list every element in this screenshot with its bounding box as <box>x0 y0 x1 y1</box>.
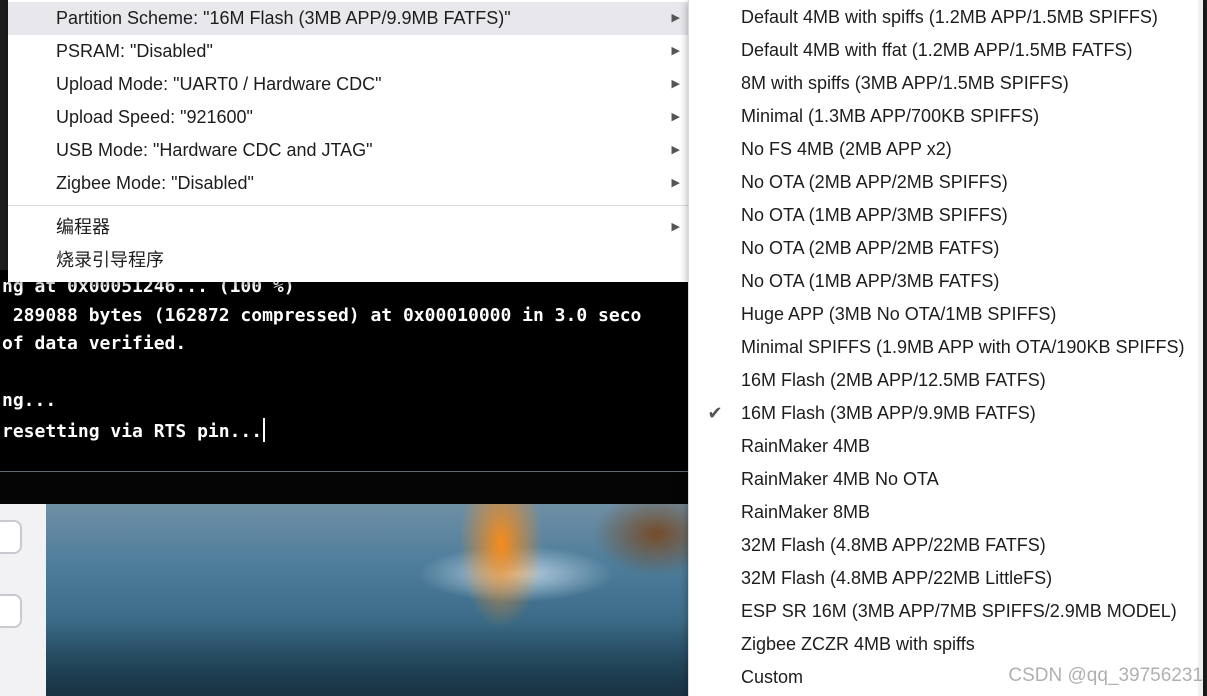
submenu-edge <box>1198 0 1203 696</box>
library-icon[interactable] <box>0 594 22 628</box>
submenu-item-label: Minimal (1.3MB APP/700KB SPIFFS) <box>741 106 1040 126</box>
submenu-item-label: 16M Flash (2MB APP/12.5MB FATFS) <box>741 370 1046 390</box>
menu-item-label: Zigbee Mode: "Disabled" <box>56 173 254 193</box>
submenu-arrow-icon: ▶ <box>671 78 680 90</box>
submenu-item-label: 16M Flash (3MB APP/9.9MB FATFS) <box>741 403 1036 423</box>
menu-item-partition-scheme[interactable]: Partition Scheme: "16M Flash (3MB APP/9.… <box>8 2 688 35</box>
menu-item-label: Partition Scheme: "16M Flash (3MB APP/9.… <box>56 8 511 28</box>
submenu-item-label: Default 4MB with spiffs (1.2MB APP/1.5MB… <box>741 7 1158 27</box>
submenu-item-label: RainMaker 4MB <box>741 436 871 456</box>
submenu-item[interactable]: RainMaker 4MB No OTA <box>689 463 1203 496</box>
console-line-text: resetting via RTS pin... <box>2 421 263 442</box>
submenu-arrow-icon: ▶ <box>671 177 680 189</box>
submenu-item[interactable]: 32M Flash (4.8MB APP/22MB FATFS) <box>689 529 1203 562</box>
menu-item-usb-mode[interactable]: USB Mode: "Hardware CDC and JTAG" ▶ <box>8 134 688 167</box>
submenu-item[interactable]: 8M with spiffs (3MB APP/1.5MB SPIFFS) <box>689 67 1203 100</box>
tools-menu: Partition Scheme: "16M Flash (3MB APP/9.… <box>8 0 688 282</box>
submenu-item[interactable]: RainMaker 8MB <box>689 496 1203 529</box>
submenu-item-label: Default 4MB with ffat (1.2MB APP/1.5MB F… <box>741 40 1133 60</box>
submenu-arrow-icon: ▶ <box>671 144 680 156</box>
screen: ng at 0x00051246... (100 %) 289088 bytes… <box>0 0 1207 696</box>
submenu-item[interactable]: ESP SR 16M (3MB APP/7MB SPIFFS/2.9MB MOD… <box>689 595 1203 628</box>
watermark: CSDN @qq_39756231 <box>1008 665 1203 686</box>
submenu-item-label: RainMaker 4MB No OTA <box>741 469 939 489</box>
background-photo <box>46 504 700 696</box>
text-cursor <box>263 418 266 442</box>
submenu-item[interactable]: 16M Flash (2MB APP/12.5MB FATFS) <box>689 364 1203 397</box>
submenu-item[interactable]: No OTA (2MB APP/2MB FATFS) <box>689 232 1203 265</box>
submenu-item[interactable]: Minimal (1.3MB APP/700KB SPIFFS) <box>689 100 1203 133</box>
submenu-arrow-icon: ▶ <box>671 221 680 233</box>
partition-scheme-submenu: Default 4MB with spiffs (1.2MB APP/1.5MB… <box>688 0 1203 696</box>
submenu-item-label: 32M Flash (4.8MB APP/22MB LittleFS) <box>741 568 1053 588</box>
console-line: of data verified. <box>2 333 187 354</box>
submenu-item-label: Zigbee ZCZR 4MB with spiffs <box>741 634 975 654</box>
menu-item-psram[interactable]: PSRAM: "Disabled" ▶ <box>8 35 688 68</box>
submenu-item[interactable]: Default 4MB with spiffs (1.2MB APP/1.5MB… <box>689 1 1203 34</box>
submenu-item[interactable]: Default 4MB with ffat (1.2MB APP/1.5MB F… <box>689 34 1203 67</box>
menu-item-programmer[interactable]: 编程器 ▶ <box>8 211 688 244</box>
submenu-item-label: No OTA (1MB APP/3MB SPIFFS) <box>741 205 1008 225</box>
submenu-item[interactable]: No OTA (1MB APP/3MB SPIFFS) <box>689 199 1203 232</box>
menu-separator <box>8 205 688 206</box>
board-icon[interactable] <box>0 520 22 554</box>
submenu-item[interactable]: Zigbee ZCZR 4MB with spiffs <box>689 628 1203 661</box>
console-line: 289088 bytes (162872 compressed) at 0x00… <box>2 305 642 326</box>
menu-item-label: 烧录引导程序 <box>56 250 164 270</box>
menu-item-label: 编程器 <box>56 217 110 237</box>
submenu-item[interactable]: No FS 4MB (2MB APP x2) <box>689 133 1203 166</box>
menu-item-zigbee-mode[interactable]: Zigbee Mode: "Disabled" ▶ <box>8 167 688 200</box>
menu-item-label: PSRAM: "Disabled" <box>56 41 213 61</box>
submenu-item[interactable]: No OTA (1MB APP/3MB FATFS) <box>689 265 1203 298</box>
left-sidebar <box>0 504 46 696</box>
console-line: ng... <box>2 390 57 411</box>
submenu-item[interactable]: Minimal SPIFFS (1.9MB APP with OTA/190KB… <box>689 331 1203 364</box>
submenu-item-selected[interactable]: ✔ 16M Flash (3MB APP/9.9MB FATFS) <box>689 397 1203 430</box>
menu-item-label: Upload Speed: "921600" <box>56 107 253 127</box>
submenu-item-label: RainMaker 8MB <box>741 502 871 522</box>
console-footer <box>0 472 700 504</box>
menu-item-label: USB Mode: "Hardware CDC and JTAG" <box>56 140 373 160</box>
submenu-item-label: No OTA (2MB APP/2MB SPIFFS) <box>741 172 1008 192</box>
menu-item-burn-bootloader[interactable]: 烧录引导程序 <box>8 244 688 277</box>
submenu-item-label: ESP SR 16M (3MB APP/7MB SPIFFS/2.9MB MOD… <box>741 601 1177 621</box>
submenu-item-label: No OTA (2MB APP/2MB FATFS) <box>741 238 1000 258</box>
submenu-item-label: Minimal SPIFFS (1.9MB APP with OTA/190KB… <box>741 337 1185 357</box>
submenu-arrow-icon: ▶ <box>671 45 680 57</box>
submenu-item-label: No FS 4MB (2MB APP x2) <box>741 139 952 159</box>
submenu-item-label: 8M with spiffs (3MB APP/1.5MB SPIFFS) <box>741 73 1069 93</box>
checkmark-icon: ✔ <box>707 403 723 423</box>
menu-item-upload-speed[interactable]: Upload Speed: "921600" ▶ <box>8 101 688 134</box>
submenu-item[interactable]: RainMaker 4MB <box>689 430 1203 463</box>
submenu-item[interactable]: 32M Flash (4.8MB APP/22MB LittleFS) <box>689 562 1203 595</box>
menu-item-upload-mode[interactable]: Upload Mode: "UART0 / Hardware CDC" ▶ <box>8 68 688 101</box>
menu-item-label: Upload Mode: "UART0 / Hardware CDC" <box>56 74 382 94</box>
submenu-item-label: Custom <box>741 667 804 687</box>
serial-console[interactable]: ng at 0x00051246... (100 %) 289088 bytes… <box>0 270 700 472</box>
submenu-item-label: 32M Flash (4.8MB APP/22MB FATFS) <box>741 535 1046 555</box>
submenu-item-label: Huge APP (3MB No OTA/1MB SPIFFS) <box>741 304 1057 324</box>
submenu-item[interactable]: No OTA (2MB APP/2MB SPIFFS) <box>689 166 1203 199</box>
photo-shading <box>46 624 700 696</box>
submenu-item-label: No OTA (1MB APP/3MB FATFS) <box>741 271 1000 291</box>
console-line-last: resetting via RTS pin... <box>2 418 266 443</box>
submenu-item[interactable]: Huge APP (3MB No OTA/1MB SPIFFS) <box>689 298 1203 331</box>
submenu-arrow-icon: ▶ <box>671 111 680 123</box>
submenu-arrow-icon: ▶ <box>671 12 680 24</box>
